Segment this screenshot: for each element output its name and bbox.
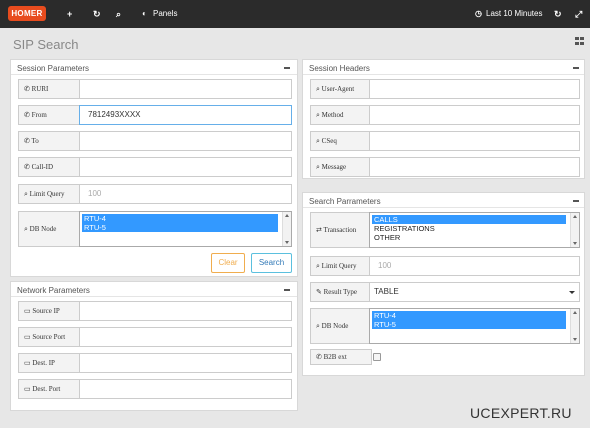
cseq-input[interactable] [369,131,580,151]
transaction-option[interactable]: CALLS [372,215,566,224]
result-type-label: ✎ Result Type [310,282,372,302]
add-icon[interactable]: + [67,9,72,19]
transaction-select[interactable]: CALLS REGISTRATIONS OTHER [369,212,580,248]
grid-icon[interactable] [575,37,584,45]
homer-logo[interactable]: HOMER [8,6,46,21]
dest-port-label: ▭ Dest. Port [18,379,82,399]
minimize-icon[interactable] [573,67,579,69]
panel-title: Session Parameters [17,64,90,73]
scrollbar[interactable] [570,309,579,343]
to-label: ✆ To [18,131,82,151]
db-node-option[interactable]: RTU-5 [82,223,278,232]
search-icon[interactable]: ⌕ [116,9,121,19]
source-ip-label: ▭ Source IP [18,301,82,321]
transaction-option[interactable]: OTHER [372,233,566,242]
minimize-icon[interactable] [573,200,579,202]
dashboard-icon[interactable]: ◐ [142,9,147,19]
dest-ip-label: ▭ Dest. IP [18,353,82,373]
limit-query-placeholder: 100 [378,261,392,270]
divider [11,296,297,297]
db-node-label: ⌕ DB Node [18,211,82,247]
db-node-option[interactable]: RTU-5 [372,320,566,329]
watermark: UCEXPERT.RU [470,405,572,421]
to-input[interactable] [79,131,292,151]
search-parameters-panel: Search Parrameters ⇄ Transaction CALLS R… [302,192,585,376]
db-node-option[interactable]: RTU-4 [372,311,566,320]
search-button[interactable]: Search [251,253,292,273]
ruri-input[interactable] [79,79,292,99]
minimize-icon[interactable] [284,67,290,69]
source-port-input[interactable] [79,327,292,347]
panel-title: Search Parrameters [309,197,381,206]
ruri-label: ✆ RURI [18,79,82,99]
divider [303,207,584,208]
method-input[interactable] [369,105,580,125]
divider [11,74,297,75]
minimize-icon[interactable] [284,289,290,291]
clear-button[interactable]: Clear [211,253,245,273]
scrollbar[interactable] [570,213,579,247]
chevron-down-icon [569,291,575,294]
message-label: ⌕ Message [310,157,372,177]
panel-title: Network Parameters [17,286,90,295]
db-node-select[interactable]: RTU-4 RTU-5 [369,308,580,344]
message-input[interactable] [369,157,580,177]
limit-query-label: ⌕ Limit Query [18,184,82,204]
limit-query-input[interactable]: 100 [369,256,580,276]
session-headers-panel: Session Headers ⌕ User-Agent ⌕ Method ⌕ … [302,59,585,179]
db-node-select[interactable]: RTU-4 RTU-5 [79,211,292,247]
method-label: ⌕ Method [310,105,372,125]
time-range-button[interactable]: Last 10 Minutes [486,9,542,19]
result-type-value: TABLE [374,287,399,296]
page-title: SIP Search [13,37,79,52]
user-agent-label: ⌕ User-Agent [310,79,372,99]
b2b-ext-checkbox[interactable] [373,353,381,361]
user-agent-input[interactable] [369,79,580,99]
scrollbar[interactable] [282,212,291,246]
b2b-ext-label: ✆ B2B ext [310,349,372,365]
expand-icon[interactable]: ⤢ [575,9,582,19]
divider [303,74,584,75]
panel-title: Session Headers [309,64,370,73]
limit-query-input[interactable]: 100 [79,184,292,204]
dest-ip-input[interactable] [79,353,292,373]
refresh-icon[interactable]: ↻ [93,9,101,19]
dest-port-input[interactable] [79,379,292,399]
limit-query-label: ⌕ Limit Query [310,256,372,276]
top-navbar: HOMER + ↻ ⌕ ◐ Panels ◷ Last 10 Minutes ↻… [0,0,590,28]
call-id-input[interactable] [79,157,292,177]
refresh2-icon[interactable]: ↻ [554,9,562,19]
db-node-option[interactable]: RTU-4 [82,214,278,223]
call-id-label: ✆ Call-ID [18,157,82,177]
source-port-label: ▭ Source Port [18,327,82,347]
panels-menu[interactable]: Panels [153,9,177,19]
cseq-label: ⌕ CSeq [310,131,372,151]
source-ip-input[interactable] [79,301,292,321]
network-parameters-panel: Network Parameters ▭ Source IP ▭ Source … [10,281,298,411]
limit-query-placeholder: 100 [88,189,102,198]
transaction-option[interactable]: REGISTRATIONS [372,224,566,233]
db-node-label: ⌕ DB Node [310,308,372,344]
transaction-label: ⇄ Transaction [310,212,372,248]
result-type-select[interactable]: TABLE [369,282,580,302]
from-input[interactable]: 7812493XXXX [79,105,292,125]
clock-icon: ◷ [475,9,482,18]
session-parameters-panel: Session Parameters ✆ RURI ✆ From 7812493… [10,59,298,277]
from-label: ✆ From [18,105,82,125]
